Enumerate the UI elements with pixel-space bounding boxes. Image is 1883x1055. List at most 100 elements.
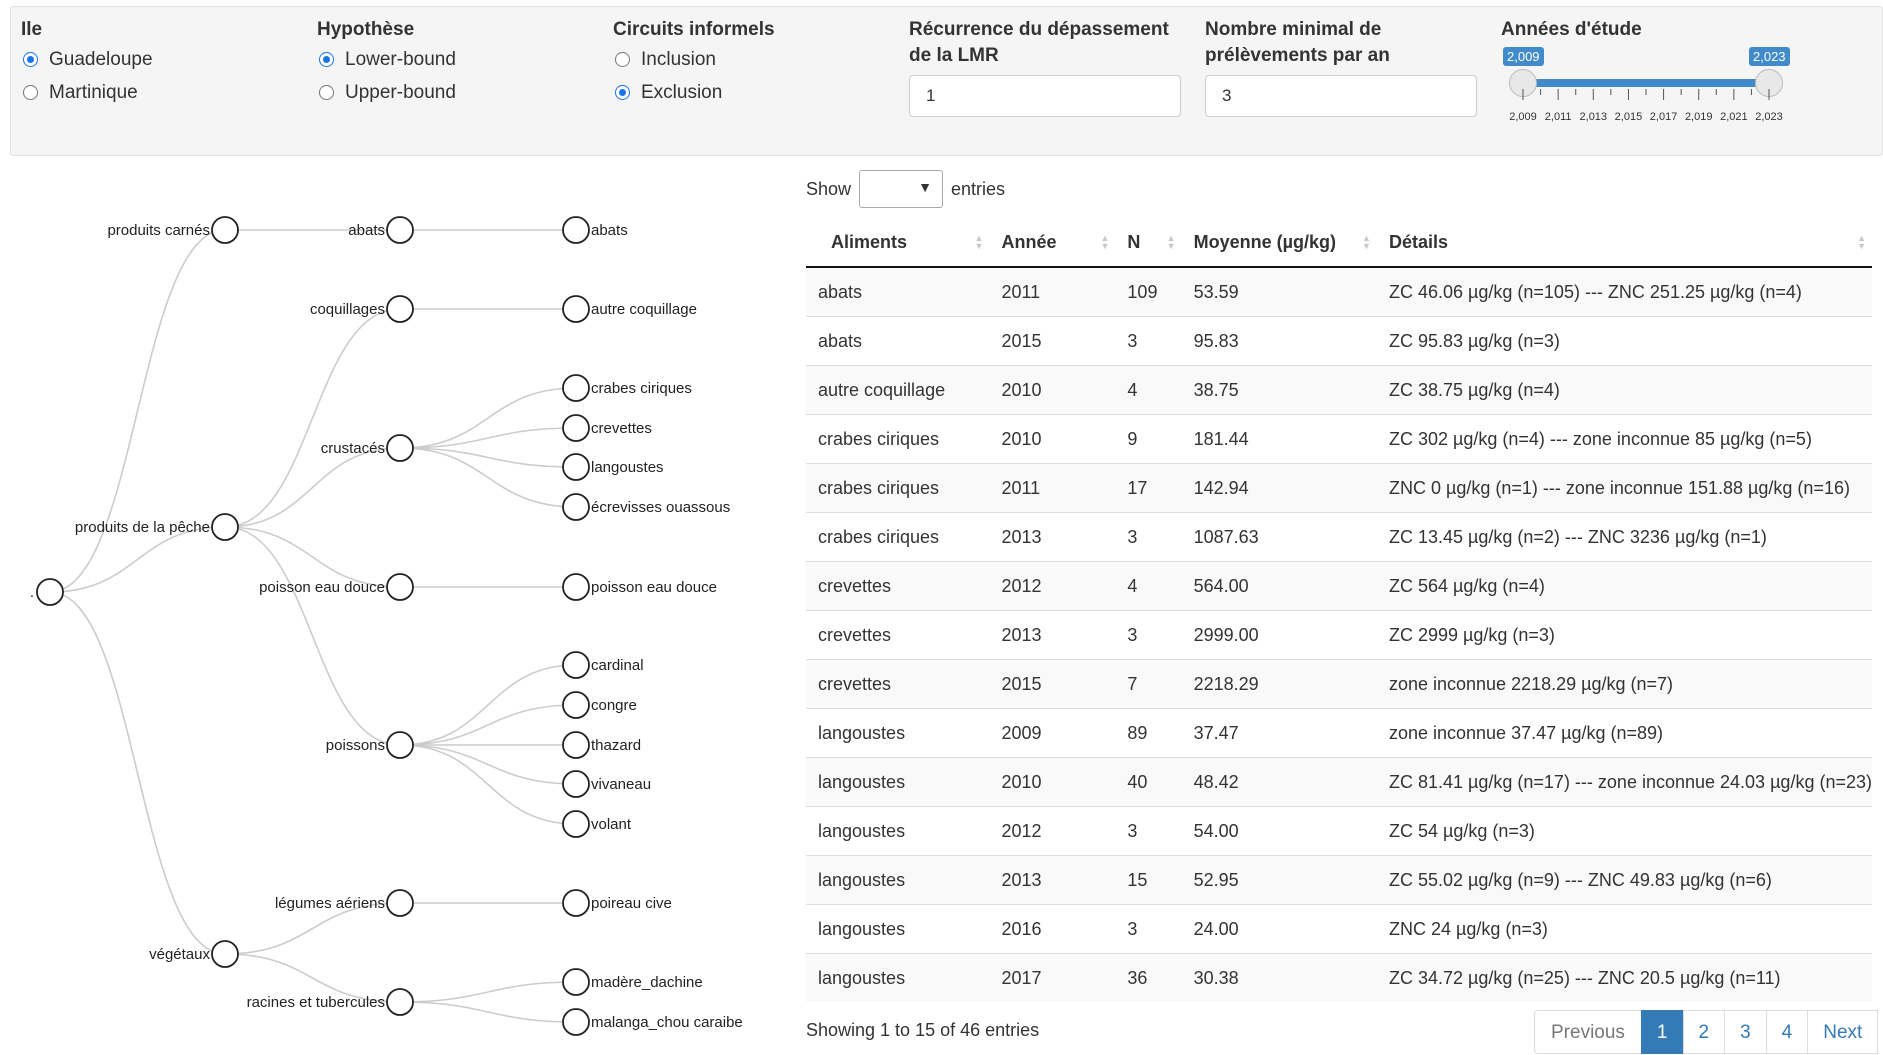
tree-node-label: thazard	[591, 737, 641, 754]
tree-leaf-node[interactable]	[562, 374, 590, 402]
radio-button[interactable]	[615, 52, 630, 67]
page-4-button[interactable]: 4	[1765, 1010, 1809, 1054]
cell-annee: 2015	[989, 659, 1116, 709]
tree-node-label: coquillages	[310, 301, 385, 318]
slider-tick-label: 2,011	[1544, 111, 1572, 123]
col-header-annee[interactable]: Année ▲ ▼	[989, 219, 1116, 268]
cell-annee: 2013	[989, 512, 1116, 562]
radio-button[interactable]	[615, 85, 630, 100]
nombre-group: Nombre minimal de prélèvements par an	[1205, 17, 1390, 69]
tree-node[interactable]	[386, 889, 414, 917]
tree-node[interactable]	[386, 731, 414, 759]
radio-button[interactable]	[23, 52, 38, 67]
tree-leaf-node[interactable]	[562, 414, 590, 442]
radio-button[interactable]	[319, 52, 334, 67]
tree-node-label: produits de la pêche	[75, 519, 210, 536]
table-row[interactable]: langoustes 2016 3 24.00 ZNC 24 µg/kg (n=3)	[806, 904, 1872, 954]
table-row[interactable]: crabes ciriques 2011 17 142.94 ZNC 0 µg/kg (…	[806, 463, 1872, 513]
tree-root-node[interactable]	[36, 578, 64, 606]
tree-leaf-node[interactable]	[562, 1008, 590, 1036]
tree-leaf-node[interactable]	[562, 889, 590, 917]
tree-node-label: autre coquillage	[591, 301, 697, 318]
cell-annee: 2009	[989, 708, 1116, 758]
tree-leaf-node[interactable]	[562, 770, 590, 798]
previous-button[interactable]: Previous	[1534, 1010, 1642, 1054]
tree-leaf-node[interactable]	[562, 968, 590, 996]
slider-tick-label: 2,023	[1755, 111, 1783, 123]
radio-lower-bound[interactable]: Lower-bound	[317, 43, 456, 76]
tree-node[interactable]	[386, 434, 414, 462]
tree-node-label: crabes ciriques	[591, 380, 692, 397]
radio-martinique[interactable]: Martinique	[21, 76, 153, 109]
table-row[interactable]: crevettes 2015 7 2218.29 zone inconnue 2218.…	[806, 659, 1872, 709]
page-2-button[interactable]: 2	[1682, 1010, 1726, 1054]
radio-button[interactable]	[319, 85, 334, 100]
tree-leaf-node[interactable]	[562, 691, 590, 719]
page-1-button[interactable]: 1	[1640, 1010, 1684, 1054]
table-row[interactable]: abats 2015 3 95.83 ZC 95.83 µg/kg (n=3)	[806, 316, 1872, 366]
cell-aliments: crevettes	[806, 561, 990, 611]
table-row[interactable]: crevettes 2012 4 564.00 ZC 564 µg/kg (n=4)	[806, 561, 1872, 611]
recurrence-input[interactable]: 1	[909, 75, 1181, 117]
cell-annee: 2010	[989, 414, 1116, 464]
tree-leaf-node[interactable]	[562, 731, 590, 759]
tree-node[interactable]	[386, 573, 414, 601]
show-label: Show	[806, 178, 852, 199]
tree-node[interactable]	[386, 295, 414, 323]
tree-node[interactable]	[211, 216, 239, 244]
hypothese-group: Hypothèse Lower-bound Upper-bound	[317, 17, 456, 109]
circuits-group: Circuits informels Inclusion Exclusion	[613, 17, 775, 109]
entries-select[interactable]: ▼	[859, 170, 944, 208]
table-row[interactable]: autre coquillage 2010 4 38.75 ZC 38.75 µg/kg…	[806, 365, 1872, 415]
cell-n: 4	[1115, 561, 1182, 611]
table-row[interactable]: langoustes 2017 36 30.38 ZC 34.72 µg/kg (n=2…	[806, 953, 1872, 1002]
page-3-button[interactable]: 3	[1724, 1010, 1767, 1054]
tree-leaf-node[interactable]	[562, 216, 590, 244]
table-row[interactable]: abats 2011 109 53.59 ZC 46.06 µg/kg (n=105) …	[806, 266, 1872, 317]
cell-n: 15	[1115, 855, 1182, 905]
col-header-details[interactable]: Détails ▲ ▼	[1376, 219, 1872, 268]
cell-details: ZC 34.72 µg/kg (n=25) --- ZNC 20.5 µg/kg…	[1376, 953, 1872, 1002]
table-row[interactable]: langoustes 2010 40 48.42 ZC 81.41 µg/kg (n=1…	[806, 757, 1872, 807]
cell-moyenne: 181.44	[1181, 414, 1377, 464]
col-header-moyenne[interactable]: Moyenne (µg/kg) ▲ ▼	[1181, 219, 1377, 268]
radio-inclusion[interactable]: Inclusion	[613, 43, 775, 76]
tree-leaf-node[interactable]	[562, 573, 590, 601]
tree-node-label: vivaneau	[591, 776, 651, 793]
radio-upper-bound[interactable]: Upper-bound	[317, 76, 456, 109]
radio-guadeloupe[interactable]: Guadeloupe	[21, 43, 153, 76]
cell-details: zone inconnue 2218.29 µg/kg (n=7)	[1376, 659, 1872, 709]
tree-node[interactable]	[386, 988, 414, 1016]
nombre-input[interactable]: 3	[1205, 75, 1477, 117]
cell-n: 40	[1115, 757, 1182, 807]
tree-leaf-node[interactable]	[562, 295, 590, 323]
tree-leaf-node[interactable]	[562, 810, 590, 838]
ile-group: Ile Guadeloupe Martinique	[21, 17, 153, 109]
tree-node-label: langoustes	[591, 459, 664, 476]
year-range-slider[interactable]: 2,009 2,023 2,009 2,011 2,013 2,015 2,017 2,0…	[1501, 47, 1790, 127]
radio-button[interactable]	[23, 85, 38, 100]
table-row[interactable]: langoustes 2013 15 52.95 ZC 55.02 µg/kg (n=9…	[806, 855, 1872, 905]
table-row[interactable]: crevettes 2013 3 2999.00 ZC 2999 µg/kg (n=3)	[806, 610, 1872, 660]
table-row[interactable]: crabes ciriques 2010 9 181.44 ZC 302 µg/kg (…	[806, 414, 1872, 464]
tree-leaf-node[interactable]	[562, 493, 590, 521]
next-button[interactable]: Next	[1807, 1010, 1879, 1054]
tree-node[interactable]	[211, 940, 239, 968]
tree-node-label: madère_dachine	[591, 974, 703, 991]
cell-n: 17	[1115, 463, 1182, 513]
cell-details: ZC 55.02 µg/kg (n=9) --- ZNC 49.83 µg/kg…	[1376, 855, 1872, 905]
cell-details: ZNC 24 µg/kg (n=3)	[1376, 904, 1872, 954]
tree-node[interactable]	[211, 513, 239, 541]
tree-leaf-node[interactable]	[562, 651, 590, 679]
table-row[interactable]: langoustes 2012 3 54.00 ZC 54 µg/kg (n=3)	[806, 806, 1872, 856]
table-row[interactable]: crabes ciriques 2013 3 1087.63 ZC 13.45 µg/k…	[806, 512, 1872, 562]
cell-details: ZC 13.45 µg/kg (n=2) --- ZNC 3236 µg/kg …	[1376, 512, 1872, 562]
table-row[interactable]: langoustes 2009 89 37.47 zone inconnue 37.47…	[806, 708, 1872, 758]
tree-node-label: végétaux	[149, 946, 210, 963]
col-header-n[interactable]: N ▲ ▼	[1115, 219, 1182, 268]
tree-node[interactable]	[386, 216, 414, 244]
tree-leaf-node[interactable]	[562, 453, 590, 481]
col-header-aliments[interactable]: Aliments ▲ ▼	[806, 219, 990, 268]
tree-node-label: congre	[591, 697, 637, 714]
radio-exclusion[interactable]: Exclusion	[613, 76, 775, 109]
